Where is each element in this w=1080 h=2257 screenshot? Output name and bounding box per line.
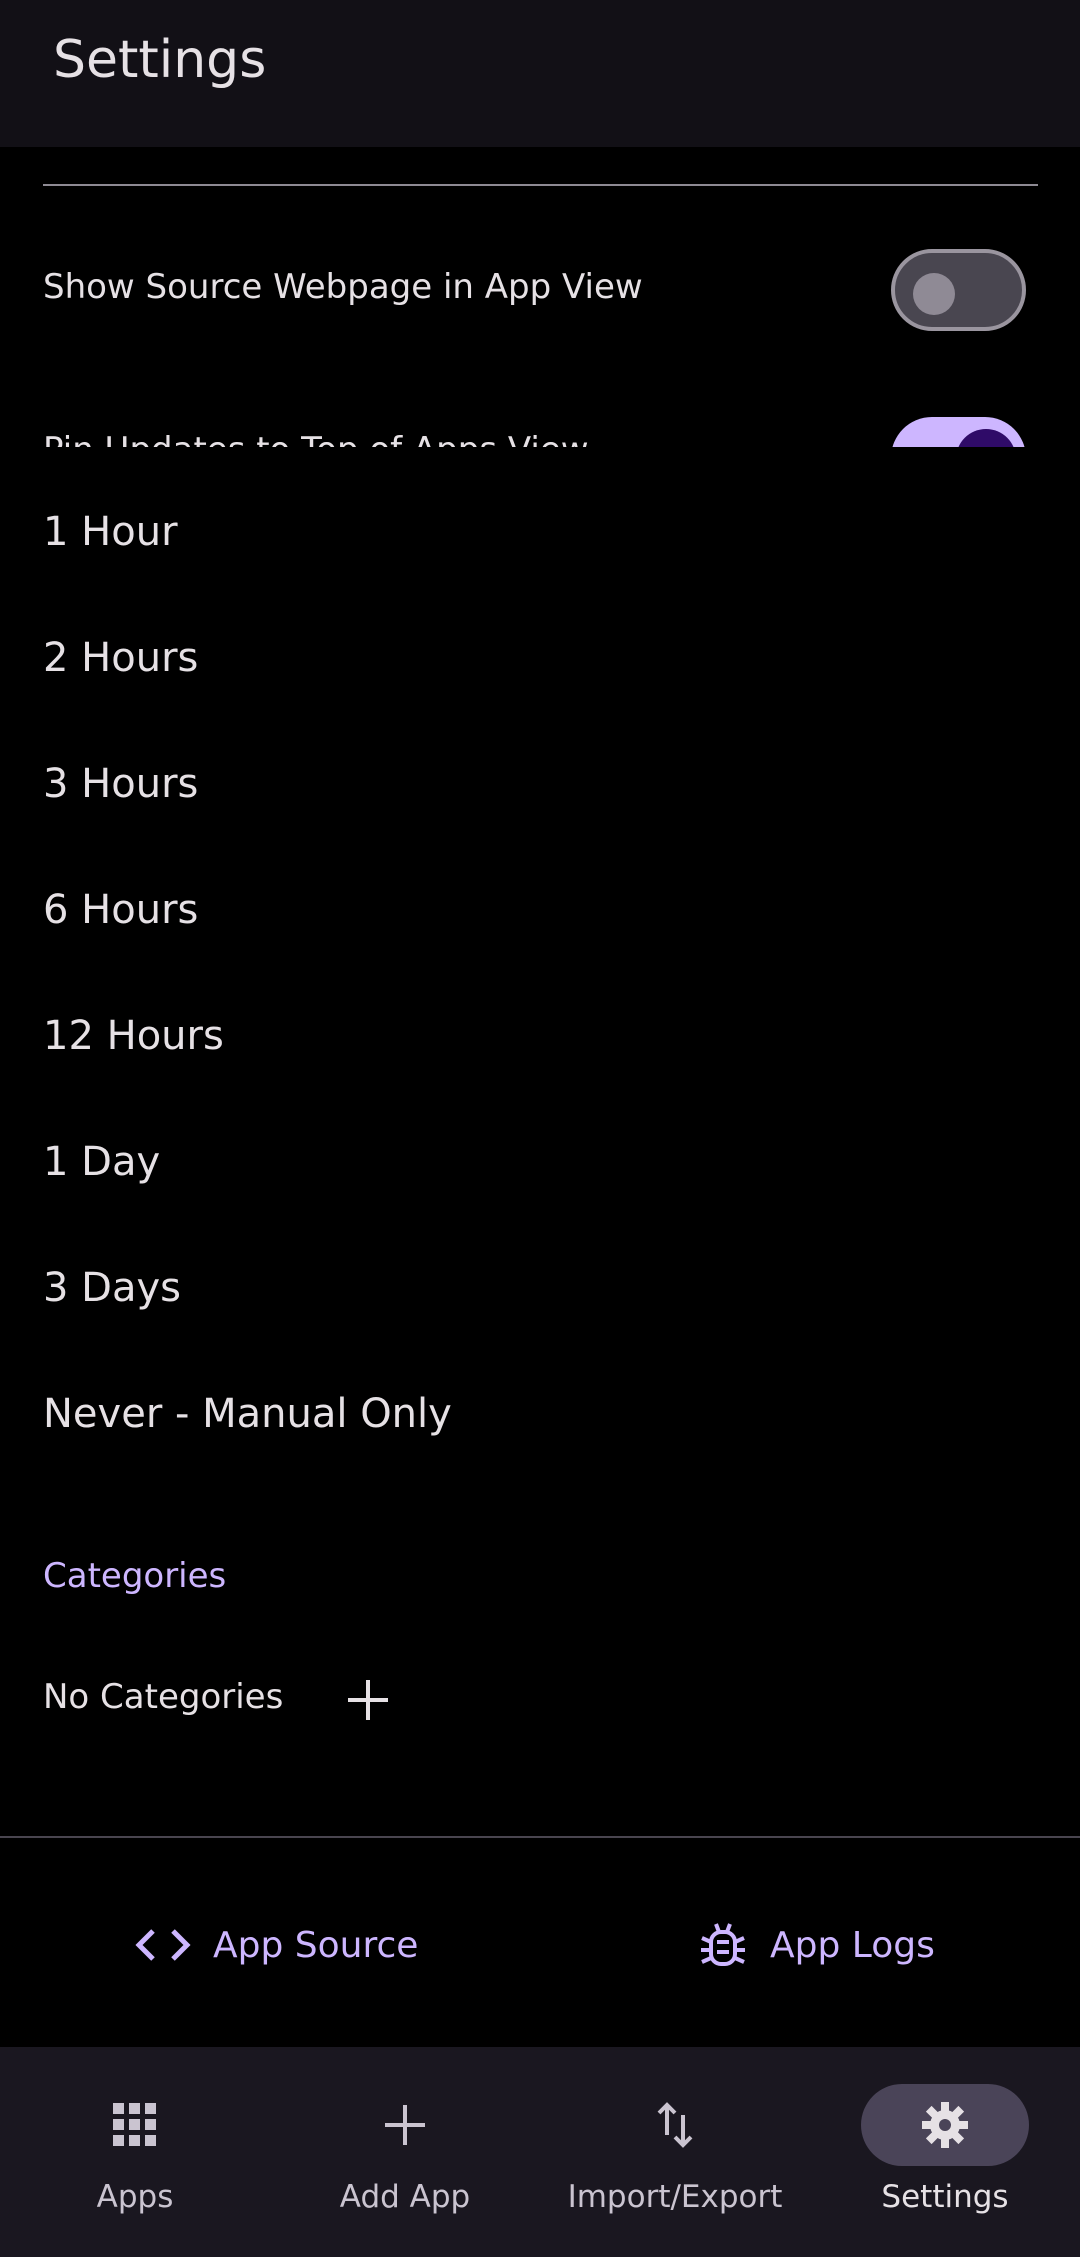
option-3-hours[interactable]: 3 Hours (43, 754, 198, 814)
option-3-days[interactable]: 3 Days (43, 1258, 181, 1318)
no-categories-text: No Categories (43, 1677, 284, 1717)
gear-icon (922, 2102, 968, 2148)
option-1-day[interactable]: 1 Day (43, 1132, 160, 1192)
code-icon (135, 1929, 191, 1961)
pin-updates-switch[interactable] (891, 417, 1026, 447)
option-1-hour[interactable]: 1 Hour (43, 502, 178, 562)
app-logs-link[interactable]: App Logs (698, 1915, 935, 1975)
bug-icon (701, 1923, 745, 1966)
app-logs-label: App Logs (770, 1924, 935, 1966)
settings-list-background: Show Source Webpage in App View Pin Upda… (0, 147, 1080, 447)
nav-apps[interactable]: Apps (0, 2047, 270, 2257)
switch-knob (913, 273, 955, 315)
divider (43, 184, 1038, 186)
nav-add-app[interactable]: Add App (270, 2047, 540, 2257)
page-title: Settings (53, 30, 267, 90)
plus-icon (385, 2105, 425, 2145)
nav-settings[interactable]: Settings (810, 2047, 1080, 2257)
nav-import-export-label: Import/Export (567, 2179, 783, 2215)
import-export-icon (657, 2102, 693, 2148)
nav-settings-label: Settings (881, 2179, 1009, 2215)
option-6-hours[interactable]: 6 Hours (43, 880, 198, 940)
divider (0, 1836, 1080, 1838)
option-2-hours[interactable]: 2 Hours (43, 628, 198, 688)
categories-heading: Categories (43, 1556, 227, 1596)
option-12-hours[interactable]: 12 Hours (43, 1006, 224, 1066)
bottom-navigation: Apps Add App Import/Export Settings (0, 2047, 1080, 2257)
show-source-label: Show Source Webpage in App View (43, 267, 643, 307)
grid-icon (113, 2103, 156, 2146)
nav-add-app-label: Add App (339, 2179, 471, 2215)
app-source-link[interactable]: App Source (135, 1915, 418, 1975)
nav-import-export[interactable]: Import/Export (540, 2047, 810, 2257)
option-never-manual[interactable]: Never - Manual Only (43, 1384, 452, 1444)
app-source-label: App Source (213, 1924, 419, 1966)
update-interval-dropdown: 1 Hour 2 Hours 3 Hours 6 Hours 12 Hours … (0, 449, 1080, 1498)
show-source-switch[interactable] (891, 249, 1026, 331)
add-category-button[interactable] (342, 1674, 394, 1726)
switch-knob (956, 429, 1016, 447)
top-app-bar: Settings (0, 0, 1080, 147)
pin-updates-label: Pin Updates to Top of Apps View (43, 430, 589, 447)
nav-apps-label: Apps (96, 2179, 174, 2215)
